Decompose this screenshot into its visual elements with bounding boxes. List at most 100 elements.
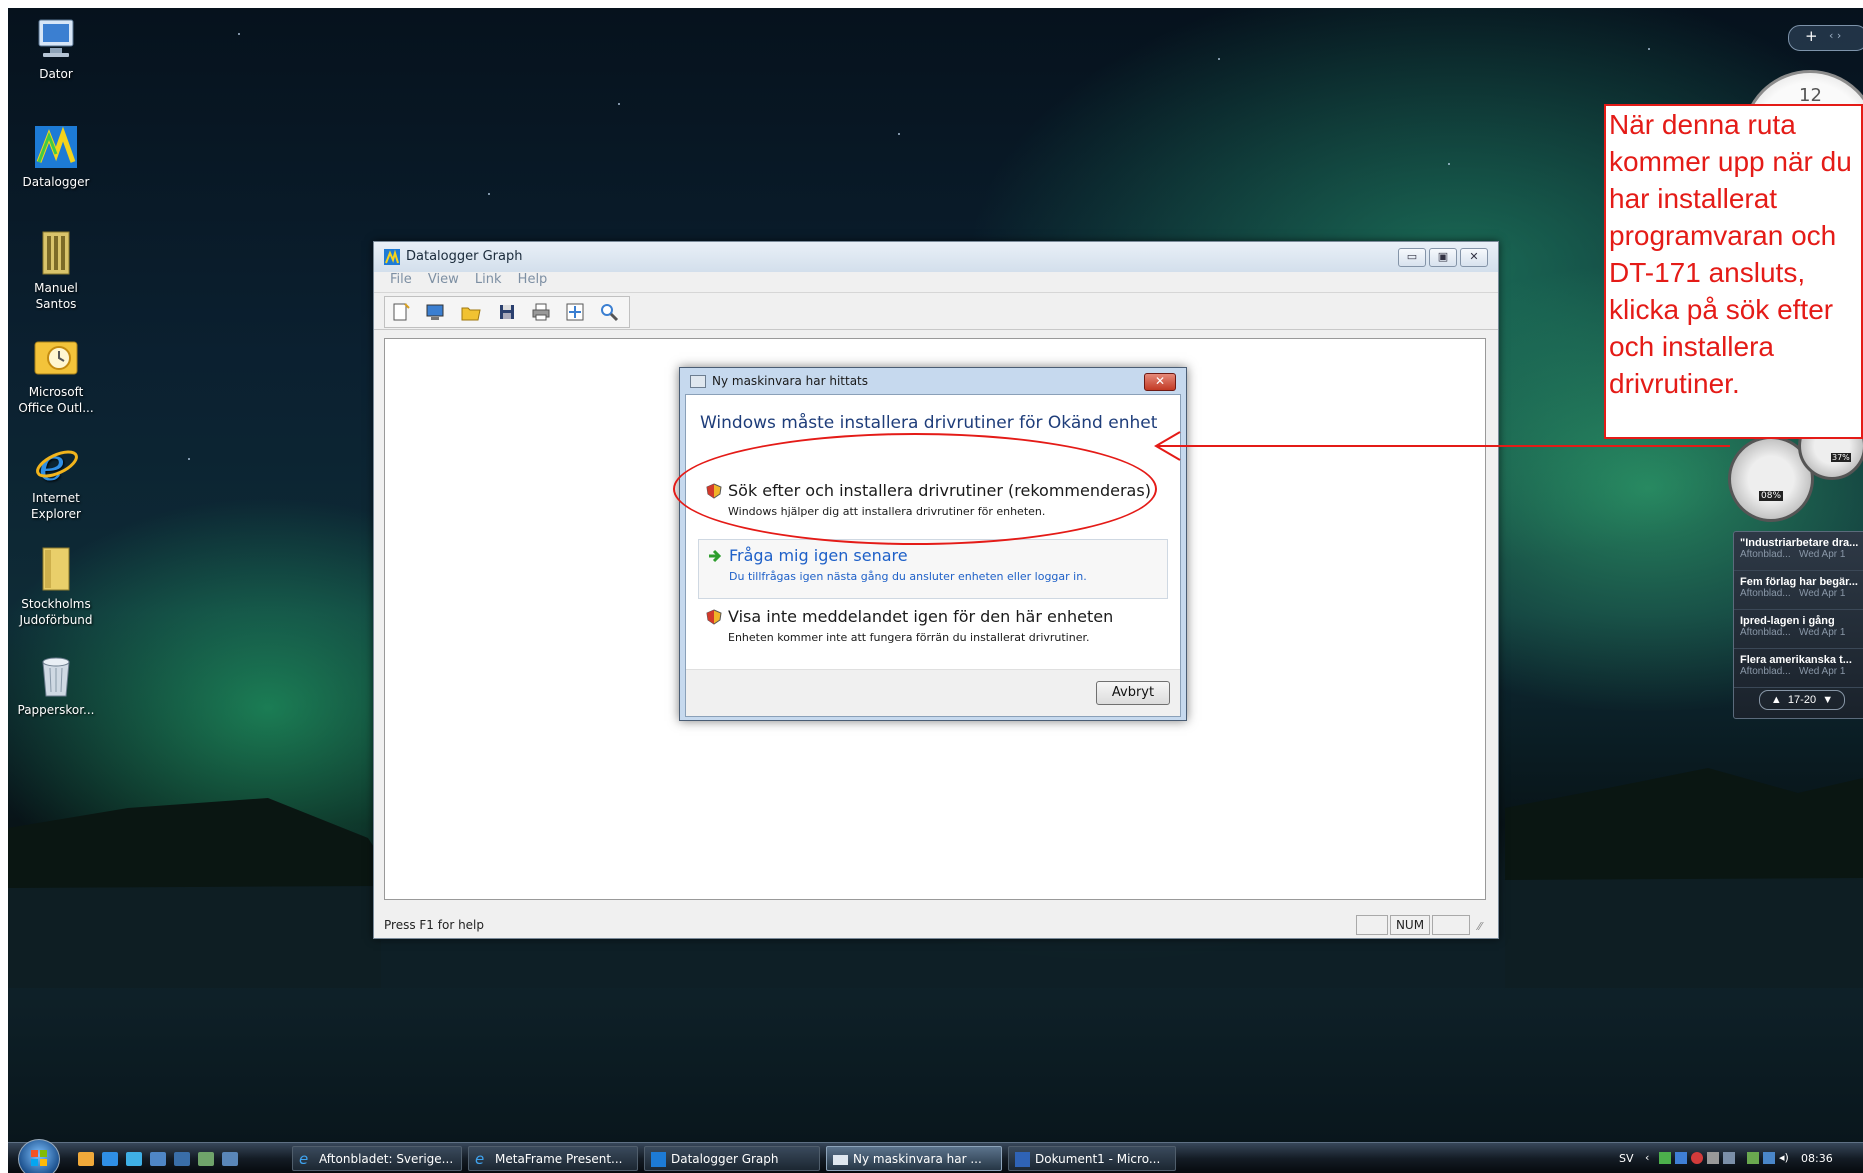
triangle-up-icon[interactable]: ▲ <box>1771 694 1782 706</box>
feed-item[interactable]: "Industriarbetare dra... Aftonblad... Wed… <box>1734 532 1863 571</box>
taskbar-item-datalogger-graph[interactable]: Datalogger Graph <box>644 1146 820 1171</box>
hardware-icon <box>690 375 706 388</box>
tray-icon[interactable] <box>1763 1152 1775 1164</box>
toolbar <box>374 292 1498 330</box>
status-pane <box>1432 915 1470 935</box>
save-icon[interactable] <box>497 302 517 322</box>
option-ask-later[interactable]: Fråga mig igen senare Du tillfrågas igen… <box>698 539 1168 599</box>
cancel-button[interactable]: Avbryt <box>1096 681 1170 705</box>
tray-icon[interactable] <box>1691 1152 1703 1164</box>
datalogger-icon <box>33 124 79 170</box>
menu-view[interactable]: View <box>428 272 459 287</box>
cpu-meter-value: 08% <box>1759 491 1784 501</box>
word-icon <box>1015 1152 1030 1167</box>
tray-icon[interactable] <box>1659 1152 1671 1164</box>
quicklaunch-icon[interactable] <box>222 1152 238 1166</box>
desktop-icon-internet-explorer[interactable]: e Internet Explorer <box>12 440 100 522</box>
taskbar-item-dokument1[interactable]: Dokument1 - Micro... <box>1008 1146 1176 1171</box>
menu-link[interactable]: Link <box>475 272 502 287</box>
quicklaunch-icon[interactable] <box>78 1152 94 1166</box>
status-bar: Press F1 for help NUM ⁄⁄ <box>374 912 1498 938</box>
taskbar-item-aftonbladet[interactable]: e Aftonbladet: Sverige... <box>292 1146 462 1171</box>
feed-item[interactable]: Flera amerikanska t... Aftonblad... Wed A… <box>1734 649 1863 688</box>
taskbar-item-label: Ny maskinvara har ... <box>853 1152 982 1166</box>
resize-grip-icon[interactable]: ⁄⁄ <box>1478 920 1482 933</box>
start-button[interactable] <box>18 1139 60 1173</box>
desktop-icon-label: Datalogger <box>22 175 90 189</box>
taskbar-item-label: Datalogger Graph <box>671 1152 779 1166</box>
language-indicator[interactable]: SV <box>1619 1152 1634 1165</box>
option-dont-show-again[interactable]: Visa inte meddelandet igen för den här e… <box>698 601 1166 659</box>
print-icon[interactable] <box>531 302 551 322</box>
gadget-add-button[interactable]: + ‹ › <box>1788 25 1863 51</box>
quicklaunch-icon[interactable] <box>150 1152 166 1166</box>
quicklaunch-icon[interactable] <box>198 1152 214 1166</box>
desktop-icon-label: Stockholms Judoförbund <box>19 597 93 627</box>
highlight-ellipse <box>673 433 1157 545</box>
desktop-icon-datalogger[interactable]: Datalogger <box>12 124 100 190</box>
star <box>1648 48 1650 50</box>
internet-explorer-icon: e <box>299 1150 309 1168</box>
quicklaunch-icon[interactable] <box>174 1152 190 1166</box>
open-folder-icon[interactable] <box>461 302 481 322</box>
feed-item[interactable]: Ipred-lagen i gång Aftonblad... Wed Apr 1 <box>1734 610 1863 649</box>
toolbar-group <box>384 296 630 328</box>
feed-item[interactable]: Fem förlag har begär... Aftonblad... Wed … <box>1734 571 1863 610</box>
dialog-title-bar[interactable]: Ny maskinvara har hittats ✕ <box>680 368 1186 394</box>
news-feed-gadget: "Industriarbetare dra... Aftonblad... Wed… <box>1733 531 1863 719</box>
menu-bar: File View Link Help <box>374 272 1498 292</box>
tray-icon[interactable] <box>1747 1152 1759 1164</box>
triangle-down-icon[interactable]: ▼ <box>1822 694 1833 706</box>
window-title: Datalogger Graph <box>406 249 523 264</box>
star <box>1448 163 1450 165</box>
menu-help[interactable]: Help <box>518 272 548 287</box>
new-icon[interactable] <box>391 302 411 322</box>
dialog-close-button[interactable]: ✕ <box>1144 373 1176 391</box>
bluetooth-icon[interactable] <box>1675 1152 1687 1164</box>
option-description: Enheten kommer inte att fungera förrän d… <box>728 631 1090 644</box>
note-line: programvaran och <box>1609 220 1837 251</box>
feed-headline: Fem förlag har begär... <box>1740 576 1858 588</box>
feed-pager[interactable]: ▲ 17-20 ▼ <box>1759 690 1845 710</box>
desktop-icon-outlook[interactable]: Microsoft Office Outl... <box>12 334 100 416</box>
desktop-icon-recycle-bin[interactable]: Papperskor... <box>12 652 100 718</box>
desktop-icon-manuel-santos[interactable]: Manuel Santos <box>12 230 100 312</box>
feed-source: Aftonblad... <box>1740 549 1791 560</box>
close-button[interactable]: ✕ <box>1460 248 1488 267</box>
taskbar-item-ny-maskinvara[interactable]: Ny maskinvara har ... <box>826 1146 1002 1171</box>
close-icon: ✕ <box>1469 250 1479 263</box>
chevron-left-icon[interactable]: ‹ <box>1645 1151 1649 1164</box>
feed-headline: Ipred-lagen i gång <box>1740 615 1835 627</box>
star <box>618 103 620 105</box>
network-icon[interactable] <box>1723 1152 1735 1164</box>
taskbar-item-metaframe[interactable]: e MetaFrame Present... <box>468 1146 638 1171</box>
memory-meter-value: 37% <box>1831 453 1851 462</box>
desktop-icon-label: Dator <box>39 67 73 81</box>
star <box>188 458 190 460</box>
menu-file[interactable]: File <box>390 272 412 287</box>
datalogger-icon <box>384 249 400 265</box>
dialog-footer: Avbryt <box>686 669 1180 716</box>
clock-number: 12 <box>1799 85 1822 106</box>
minimize-button[interactable]: ▭ <box>1398 248 1426 267</box>
maximize-button[interactable]: ▣ <box>1429 248 1457 267</box>
zoom-icon[interactable] <box>599 302 619 322</box>
tray-icon[interactable] <box>1707 1152 1719 1164</box>
quicklaunch-icon[interactable] <box>102 1152 118 1166</box>
minimize-icon: ▭ <box>1406 250 1418 263</box>
window-title-bar[interactable]: Datalogger Graph ▭ ▣ ✕ <box>374 242 1498 272</box>
speaker-icon[interactable]: ◂) <box>1779 1151 1789 1164</box>
hardware-icon <box>833 1155 848 1165</box>
green-arrow-icon <box>709 549 722 563</box>
note-line: och installera <box>1609 331 1774 362</box>
clock-readout[interactable]: 08:36 <box>1801 1152 1833 1165</box>
desktop-icon-dator[interactable]: Dator <box>12 16 100 82</box>
monitor-icon[interactable] <box>425 302 445 322</box>
desktop-icon-stockholms-judoforbund[interactable]: Stockholms Judoförbund <box>12 546 100 628</box>
status-message: Press F1 for help <box>384 918 485 932</box>
option-title: Fråga mig igen senare <box>729 546 908 565</box>
fit-icon[interactable] <box>565 302 585 322</box>
option-title: Visa inte meddelandet igen för den här e… <box>728 607 1114 626</box>
internet-explorer-icon: e <box>33 440 79 491</box>
quicklaunch-icon[interactable] <box>126 1152 142 1166</box>
